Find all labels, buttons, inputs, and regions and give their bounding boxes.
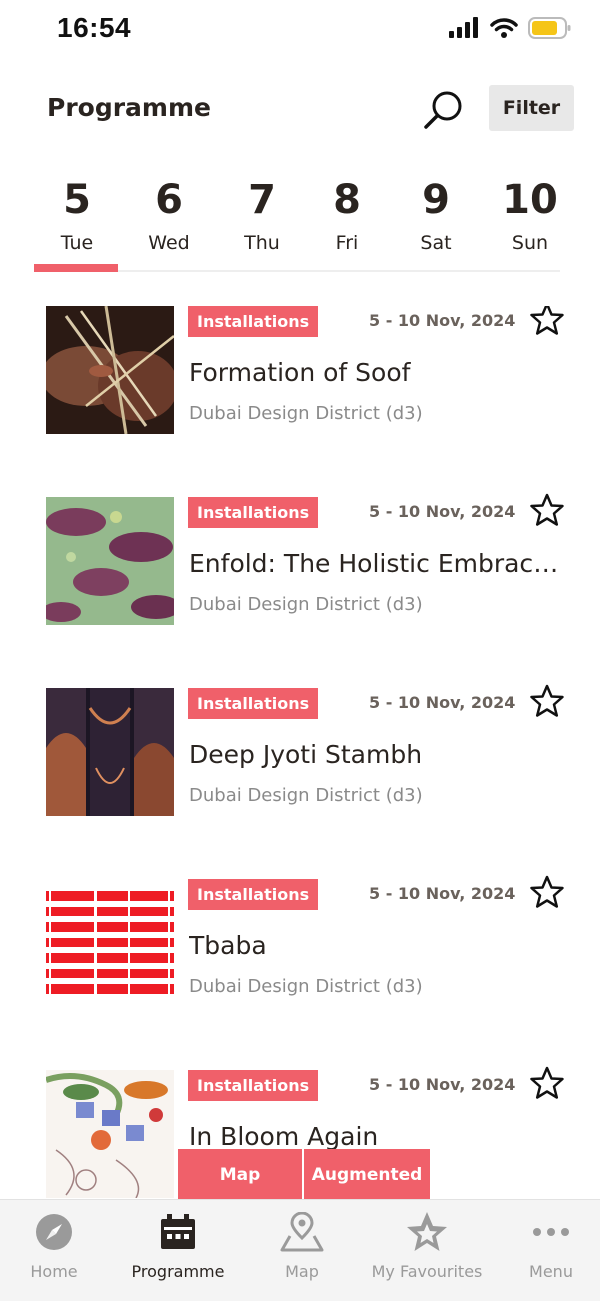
event-thumbnail (46, 497, 174, 625)
date-weekday: Sun (511, 232, 549, 254)
nav-item-menu[interactable]: Menu (491, 1210, 600, 1281)
nav-item-favourites[interactable]: My Favourites (367, 1210, 487, 1281)
nav-label: Home (30, 1262, 78, 1281)
nav-label: Programme (131, 1262, 225, 1281)
date-number: 5 (63, 177, 91, 223)
event-card[interactable]: Installations 5 - 10 Nov, 2024 Enfold: T… (0, 493, 600, 627)
event-card[interactable]: Installations 5 - 10 Nov, 2024 Deep Jyot… (0, 684, 600, 818)
date-weekday: Fri (335, 232, 359, 254)
favourite-button[interactable] (530, 306, 564, 336)
date-number: 10 (502, 177, 558, 223)
event-dates: 5 - 10 Nov, 2024 (369, 693, 516, 712)
more-dots-icon (533, 1228, 569, 1236)
nav-label: Map (285, 1262, 319, 1281)
category-badge: Installations (188, 1070, 319, 1101)
calendar-icon (161, 1214, 195, 1249)
nav-item-map[interactable]: Map (242, 1210, 362, 1281)
map-button[interactable]: Map (178, 1149, 302, 1201)
date-tab-sun[interactable]: 10 Sun (487, 170, 573, 256)
compass-icon (36, 1214, 72, 1250)
wifi-icon (490, 18, 518, 38)
event-dates: 5 - 10 Nov, 2024 (369, 1075, 516, 1094)
star-outline-icon (530, 1066, 564, 1099)
date-tab-wed[interactable]: 6 Wed (126, 170, 212, 256)
event-location: Dubai Design District (d3) (189, 403, 423, 424)
event-card[interactable]: Installations 5 - 10 Nov, 2024 Formation… (0, 306, 600, 436)
event-title: In Bloom Again (189, 1122, 379, 1151)
augmented-button[interactable]: Augmented (304, 1149, 430, 1201)
filter-button[interactable]: Filter (489, 85, 574, 131)
date-number: 8 (333, 177, 361, 223)
search-button[interactable] (422, 88, 466, 132)
status-icons (448, 16, 572, 40)
event-card[interactable]: Installations 5 - 10 Nov, 2024 Tbaba Dub… (0, 875, 600, 1009)
map-pin-icon (280, 1212, 324, 1252)
category-badge: Installations (188, 688, 319, 719)
battery-icon (528, 17, 571, 39)
date-tabs: 5 Tue 6 Wed 7 Thu 8 Fri 9 Sat 10 Sun (34, 170, 560, 272)
event-dates: 5 - 10 Nov, 2024 (369, 311, 516, 330)
date-weekday: Tue (60, 232, 94, 254)
date-tab-tue[interactable]: 5 Tue (34, 170, 120, 272)
event-list: Installations 5 - 10 Nov, 2024 Formation… (0, 306, 600, 1200)
date-number: 7 (248, 177, 276, 223)
star-outline-icon (530, 875, 564, 908)
nav-label: Menu (529, 1262, 573, 1281)
date-tab-fri[interactable]: 8 Fri (304, 170, 390, 256)
nav-item-programme[interactable]: Programme (118, 1210, 238, 1281)
event-title: Tbaba (189, 931, 267, 960)
date-weekday: Thu (244, 232, 280, 254)
favourite-button[interactable] (530, 493, 564, 527)
date-number: 9 (422, 177, 450, 223)
star-outline-icon (530, 493, 564, 526)
event-title: Enfold: The Holistic Embrace o... (189, 549, 569, 578)
date-number: 6 (155, 177, 183, 223)
event-title: Formation of Soof (189, 358, 411, 387)
page-title: Programme (47, 93, 211, 122)
category-badge: Installations (188, 497, 319, 528)
star-outline-icon (530, 684, 564, 717)
nav-label: My Favourites (371, 1262, 483, 1281)
favourite-button[interactable] (530, 1066, 564, 1100)
event-thumbnail (46, 1070, 174, 1198)
status-time: 16:54 (57, 12, 132, 43)
event-location: Dubai Design District (d3) (189, 976, 423, 997)
event-thumbnail (46, 879, 174, 1007)
favourite-button[interactable] (530, 875, 564, 909)
date-tab-sat[interactable]: 9 Sat (393, 170, 479, 256)
event-thumbnail (46, 306, 174, 434)
date-weekday: Wed (148, 232, 190, 254)
event-location: Dubai Design District (d3) (189, 594, 423, 615)
category-badge: Installations (188, 879, 319, 910)
date-tab-thu[interactable]: 7 Thu (219, 170, 305, 256)
event-thumbnail (46, 688, 174, 816)
event-dates: 5 - 10 Nov, 2024 (369, 502, 516, 521)
event-dates: 5 - 10 Nov, 2024 (369, 884, 516, 903)
signal-icon (449, 17, 478, 38)
date-weekday: Sat (420, 232, 452, 254)
star-outline-icon (530, 306, 564, 335)
star-icon (407, 1212, 447, 1251)
search-icon (424, 91, 462, 129)
nav-item-home[interactable]: Home (0, 1210, 114, 1281)
bottom-nav: Home Programme Map My Favourites Menu (0, 1199, 600, 1301)
category-badge: Installations (188, 306, 319, 337)
favourite-button[interactable] (530, 684, 564, 718)
event-title: Deep Jyoti Stambh (189, 740, 423, 769)
header: Programme Filter (0, 80, 600, 140)
event-location: Dubai Design District (d3) (189, 785, 423, 806)
status-bar: 16:54 (0, 0, 600, 60)
